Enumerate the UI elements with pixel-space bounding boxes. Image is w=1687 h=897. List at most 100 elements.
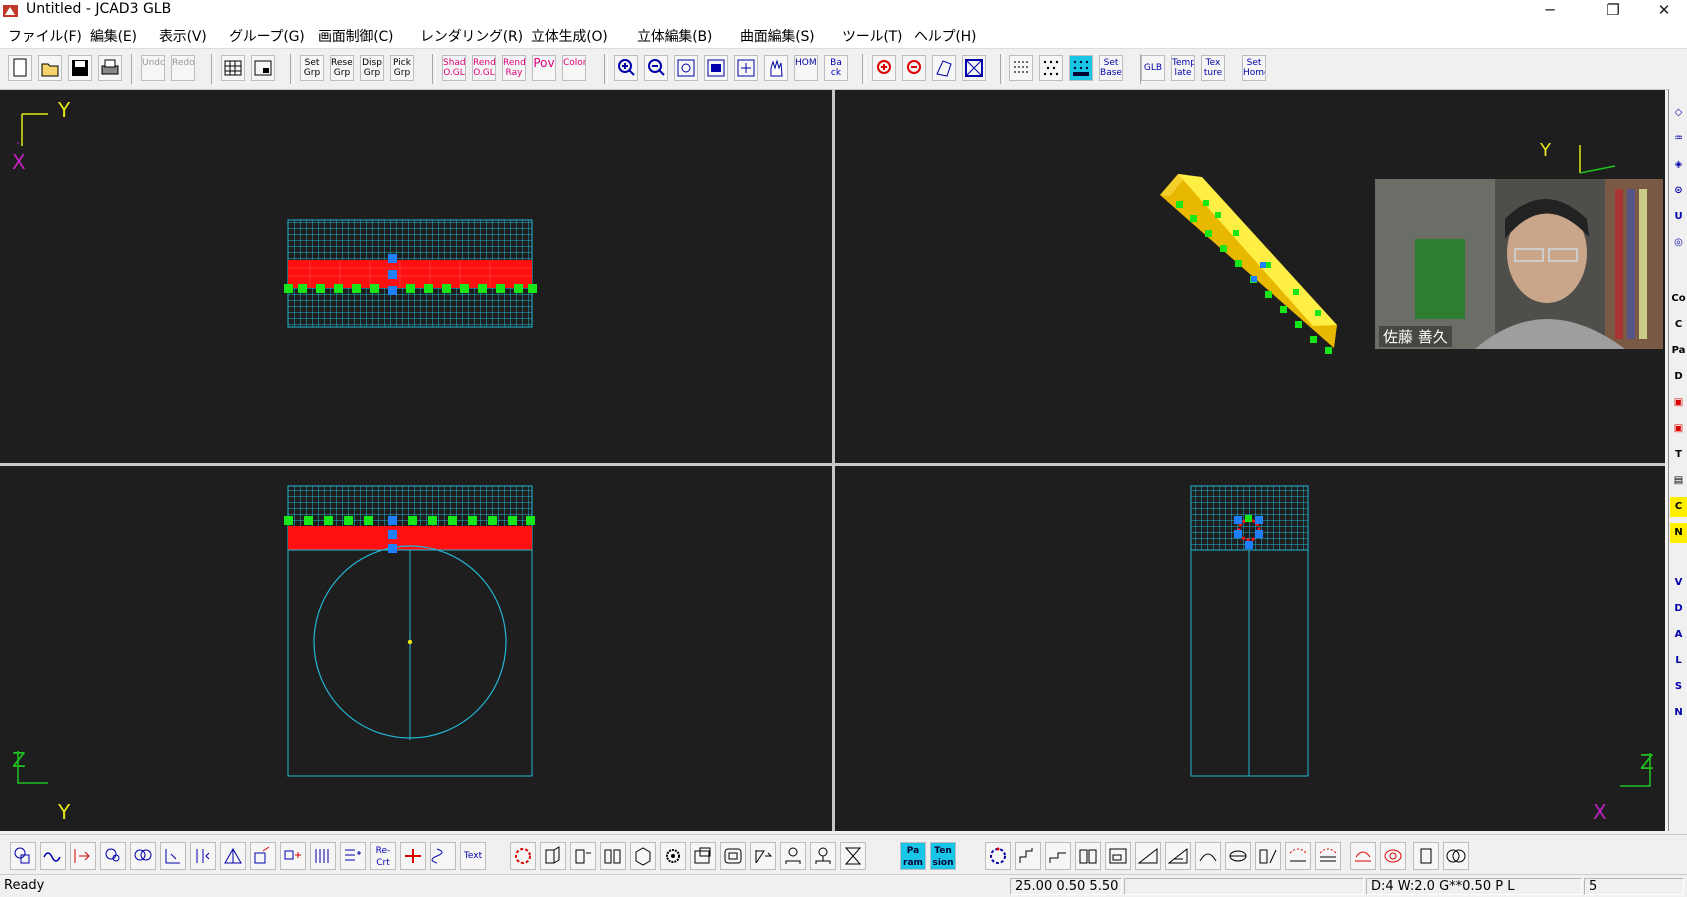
strip-button-n[interactable]: N — [1670, 523, 1687, 543]
text-tool-button[interactable]: Text — [460, 842, 486, 870]
set-base-button[interactable]: Set Base — [1099, 55, 1123, 81]
strip-button-c[interactable]: C — [1670, 315, 1687, 335]
double-box-icon[interactable] — [1075, 842, 1101, 870]
curve-point-icon[interactable] — [1350, 842, 1376, 870]
frame-icon[interactable] — [962, 55, 986, 81]
box-tool-icon[interactable] — [540, 842, 566, 870]
hourglass-tool-icon[interactable] — [840, 842, 866, 870]
strip-button-a[interactable]: A — [1670, 625, 1687, 645]
solid-tool-icon[interactable] — [10, 842, 36, 870]
strip-button-v[interactable]: V — [1670, 573, 1687, 593]
pan-hand-icon[interactable] — [764, 55, 788, 81]
column-tool-icon[interactable] — [600, 842, 626, 870]
corner-tool-icon[interactable] — [160, 842, 186, 870]
person-tool-icon[interactable] — [780, 842, 806, 870]
set-home-button[interactable]: Set Home — [1242, 55, 1266, 81]
zoom-all-icon[interactable] — [734, 55, 758, 81]
strip-icon[interactable]: ▣ — [1670, 419, 1687, 439]
viewport-bottom-right[interactable]: Z X — [835, 466, 1665, 831]
slash-tool-icon[interactable] — [1255, 842, 1281, 870]
perspective-icon[interactable] — [932, 55, 956, 81]
scale-tool-icon[interactable] — [690, 842, 716, 870]
home-view-button[interactable]: HOME — [794, 55, 818, 81]
menu-file[interactable]: ファイル(F) — [8, 26, 82, 46]
eye-icon[interactable] — [1380, 842, 1406, 870]
extend-tool-icon[interactable] — [70, 842, 96, 870]
circle-tool-icon[interactable] — [100, 842, 126, 870]
print-icon[interactable] — [98, 55, 122, 81]
menu-view[interactable]: 表示(V) — [159, 26, 207, 46]
pov-button[interactable]: Pov — [532, 55, 556, 81]
double-ring-icon[interactable] — [1443, 842, 1469, 870]
close-button[interactable]: ✕ — [1641, 0, 1687, 22]
strip-button-pa[interactable]: Pa — [1670, 341, 1687, 361]
copy-tool-icon[interactable] — [280, 842, 306, 870]
redo-button[interactable]: Redo — [171, 55, 195, 81]
menu-help[interactable]: ヘルプ(H) — [914, 26, 976, 46]
strip-icon[interactable]: ▤ — [1670, 471, 1687, 491]
grid-dots-icon[interactable] — [1009, 55, 1033, 81]
param-button[interactable]: Pa ram — [900, 842, 926, 870]
move-tool-icon[interactable] — [250, 842, 276, 870]
recreate-button[interactable]: Re- Crt — [370, 842, 396, 870]
cube-tool-icon[interactable] — [630, 842, 656, 870]
step-tool-2-icon[interactable] — [1045, 842, 1071, 870]
strip-button-co[interactable]: Co — [1670, 289, 1687, 309]
display-group-button[interactable]: Disp Grp — [360, 55, 384, 81]
grid-display-icon[interactable] — [1069, 55, 1093, 81]
strip-button-d2[interactable]: D — [1670, 599, 1687, 619]
zoom-out-icon[interactable] — [644, 55, 668, 81]
strip-button-c2[interactable]: C — [1670, 497, 1687, 517]
back-view-button[interactable]: Ba ck — [824, 55, 848, 81]
restore-button[interactable]: ❐ — [1590, 0, 1636, 22]
viewport-divider-horizontal[interactable] — [0, 463, 1665, 466]
save-icon[interactable] — [68, 55, 92, 81]
menu-solid-create[interactable]: 立体生成(O) — [531, 26, 608, 46]
dotted-circle-icon[interactable] — [985, 842, 1011, 870]
texture-button[interactable]: Tex ture — [1201, 55, 1225, 81]
menu-surface-edit[interactable]: 曲面編集(S) — [740, 26, 815, 46]
inset-box-icon[interactable] — [1105, 842, 1131, 870]
mirror-tool-icon[interactable] — [750, 842, 776, 870]
extrude-tool-icon[interactable] — [570, 842, 596, 870]
person-tool-2-icon[interactable] — [810, 842, 836, 870]
list-tool-icon[interactable] — [340, 842, 366, 870]
tension-button[interactable]: Ten sion — [930, 842, 956, 870]
spring-tool-icon[interactable] — [430, 842, 456, 870]
grid-table-icon[interactable] — [221, 55, 245, 81]
arch-tool-icon[interactable] — [1195, 842, 1221, 870]
wave-tool-icon[interactable] — [40, 842, 66, 870]
zoom-red-out-icon[interactable] — [902, 55, 926, 81]
zoom-window-icon[interactable] — [704, 55, 728, 81]
cross-tool-icon[interactable] — [400, 842, 426, 870]
dots-grid-icon[interactable] — [1285, 842, 1311, 870]
strip-icon[interactable]: ♒ — [1670, 129, 1687, 149]
strip-icon[interactable]: ◈ — [1670, 155, 1687, 175]
render-opengl-button[interactable]: Rend O.GL — [472, 55, 496, 81]
pick-group-button[interactable]: Pick Grp — [390, 55, 414, 81]
menu-edit[interactable]: 編集(E) — [90, 26, 137, 46]
array-tool-icon[interactable] — [310, 842, 336, 870]
zoom-red-in-icon[interactable] — [872, 55, 896, 81]
ramp-tool-2-icon[interactable] — [1165, 842, 1191, 870]
render-ray-button[interactable]: Rend Ray — [502, 55, 526, 81]
strip-icon[interactable]: U — [1670, 207, 1687, 227]
layout-icon[interactable] — [251, 55, 275, 81]
strip-icon[interactable]: ⊙ — [1670, 181, 1687, 201]
dots-grid-2-icon[interactable] — [1315, 842, 1341, 870]
shade-opengl-button[interactable]: Shad O.GL — [442, 55, 466, 81]
strip-icon[interactable]: ▣ — [1670, 393, 1687, 413]
menu-tools[interactable]: ツール(T) — [842, 26, 902, 46]
reset-group-button[interactable]: Reset Grp — [330, 55, 354, 81]
strip-button-s[interactable]: S — [1670, 677, 1687, 697]
open-folder-icon[interactable] — [38, 55, 62, 81]
gear-icon[interactable] — [660, 842, 686, 870]
viewport-divider-vertical[interactable] — [832, 90, 835, 831]
minimize-button[interactable]: ─ — [1527, 0, 1573, 22]
zoom-in-icon[interactable] — [614, 55, 638, 81]
color-button[interactable]: Color — [562, 55, 586, 81]
template-button[interactable]: Temp late — [1171, 55, 1195, 81]
step-tool-icon[interactable] — [1015, 842, 1041, 870]
grid-snap-icon[interactable] — [1039, 55, 1063, 81]
split-tool-icon[interactable] — [190, 842, 216, 870]
